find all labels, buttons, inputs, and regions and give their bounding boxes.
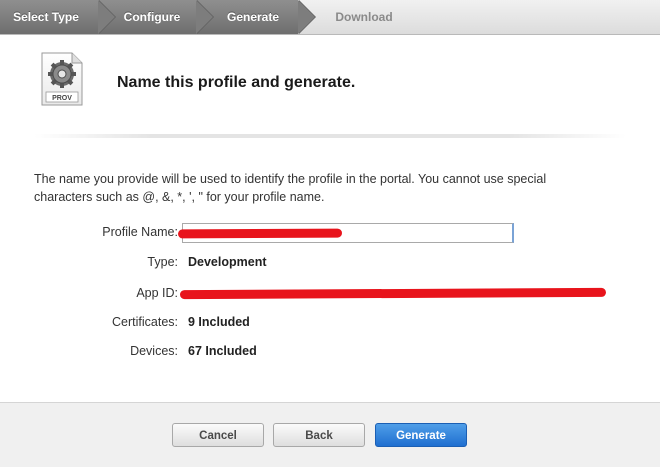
certificates-row: Certificates: 9 Included — [0, 313, 660, 333]
icon-label: PROV — [52, 95, 72, 102]
type-label: Type: — [147, 255, 178, 269]
step-label: Select Type — [13, 10, 79, 24]
footer-bar: Cancel Back Generate — [0, 402, 660, 467]
step-arrow — [98, 0, 115, 34]
profile-name-row: Profile Name: — [0, 223, 660, 243]
type-row: Type: Development — [0, 253, 660, 273]
app-id-row: App ID: — [0, 284, 660, 304]
redaction-mark — [179, 287, 607, 300]
devices-row: Devices: 67 Included — [0, 342, 660, 362]
step-arrow — [196, 0, 213, 34]
cancel-button[interactable]: Cancel — [172, 423, 264, 447]
redaction-mark — [177, 228, 343, 239]
generate-button[interactable]: Generate — [375, 423, 467, 447]
step-label: Download — [335, 10, 393, 24]
devices-value: 67 Included — [188, 344, 257, 358]
step-progress-bar: Select Type Configure Generate Download — [0, 0, 660, 35]
app-id-label: App ID: — [136, 286, 178, 300]
profile-name-label: Profile Name: — [102, 225, 178, 239]
type-value: Development — [188, 255, 267, 269]
step-label: Generate — [226, 10, 280, 24]
step-label: Configure — [123, 10, 181, 24]
page-title: Name this profile and generate. — [117, 74, 356, 91]
description-text: The name you provide will be used to ide… — [34, 172, 547, 204]
certificates-label: Certificates: — [112, 315, 178, 329]
certificates-value: 9 Included — [188, 315, 250, 329]
step-arrow — [298, 0, 315, 34]
provisioning-profile-icon: PROV — [41, 52, 83, 106]
devices-label: Devices: — [130, 344, 178, 358]
header-divider — [34, 134, 626, 138]
gear-icon — [48, 60, 76, 88]
step-select-type: Select Type — [0, 0, 116, 34]
back-button[interactable]: Back — [273, 423, 365, 447]
